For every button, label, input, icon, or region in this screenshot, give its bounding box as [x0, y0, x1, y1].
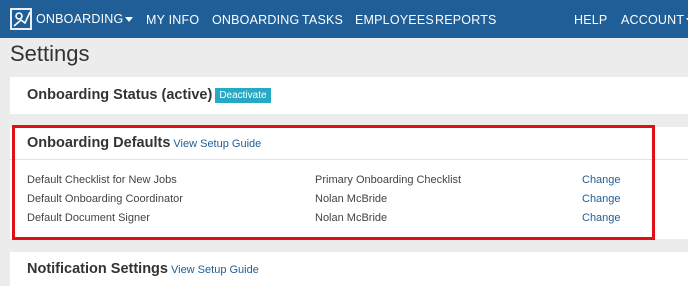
notification-settings-card: Notification Settings View Setup Guide — [10, 252, 688, 286]
divider — [10, 159, 688, 160]
setting-label: Default Document Signer — [27, 212, 150, 224]
page-title: Settings — [10, 41, 90, 66]
nav-help[interactable]: HELP — [574, 13, 607, 27]
setting-label: Default Checklist for New Jobs — [27, 174, 177, 186]
top-nav: ONBOARDING MY INFO ONBOARDING TASKS EMPL… — [0, 0, 688, 38]
brand-label: ONBOARDING — [36, 12, 124, 26]
setting-label: Default Onboarding Coordinator — [27, 193, 183, 205]
setting-value: Nolan McBride — [315, 212, 388, 224]
account-label: ACCOUNT — [621, 13, 685, 27]
onboarding-status-card: Onboarding Status (active) Deactivate — [10, 77, 688, 114]
nav-account[interactable]: ACCOUNT — [621, 13, 688, 27]
table-row: Default Document Signer Nolan McBride Ch… — [10, 212, 688, 232]
change-link[interactable]: Change — [582, 212, 621, 224]
defaults-header: Onboarding Defaults View Setup Guide — [27, 135, 261, 151]
status-header: Onboarding Status (active) Deactivate — [27, 87, 271, 104]
change-link[interactable]: Change — [582, 174, 621, 186]
view-setup-guide-link[interactable]: View Setup Guide — [171, 264, 259, 276]
notify-title: Notification Settings — [27, 261, 168, 277]
chevron-down-icon — [125, 16, 134, 22]
notify-header: Notification Settings View Setup Guide — [27, 261, 259, 277]
setting-value: Primary Onboarding Checklist — [315, 174, 462, 186]
defaults-title: Onboarding Defaults — [27, 135, 171, 151]
setting-value: Nolan McBride — [315, 193, 388, 205]
view-setup-guide-link[interactable]: View Setup Guide — [173, 138, 261, 150]
nav-my-info[interactable]: MY INFO — [146, 13, 199, 27]
onboarding-defaults-card: Onboarding Defaults View Setup Guide Def… — [10, 127, 688, 239]
status-title: Onboarding Status (active) — [27, 87, 213, 103]
change-link[interactable]: Change — [582, 193, 621, 205]
table-row: Default Onboarding Coordinator Nolan McB… — [10, 193, 688, 213]
nav-reports[interactable]: REPORTS — [435, 13, 497, 27]
table-row: Default Checklist for New Jobs Primary O… — [10, 174, 688, 194]
nav-onboarding[interactable]: ONBOARDING — [212, 13, 299, 27]
onboarding-logo-icon — [10, 8, 32, 30]
deactivate-button[interactable]: Deactivate — [215, 88, 271, 103]
brand-menu[interactable]: ONBOARDING — [10, 8, 134, 30]
nav-employees[interactable]: EMPLOYEES — [355, 13, 434, 27]
nav-tasks[interactable]: TASKS — [302, 13, 343, 27]
